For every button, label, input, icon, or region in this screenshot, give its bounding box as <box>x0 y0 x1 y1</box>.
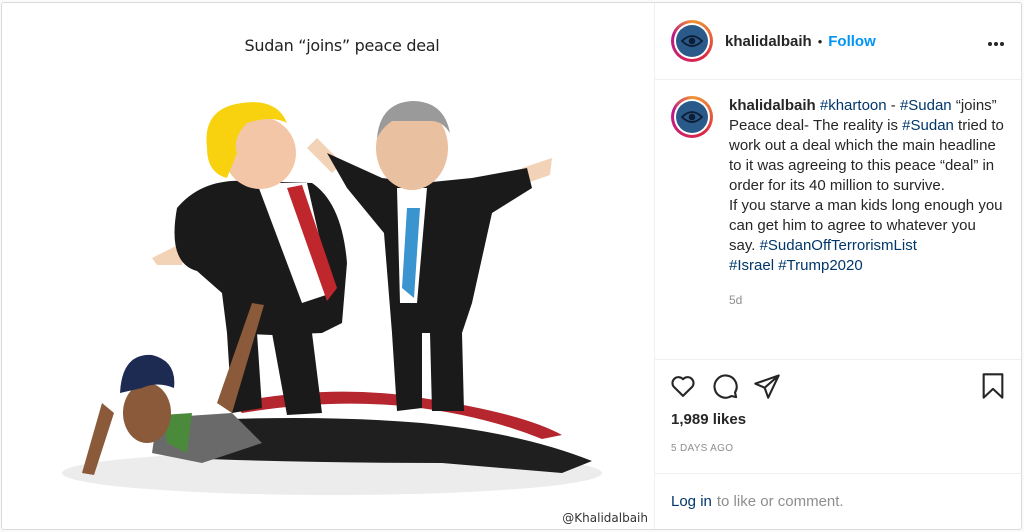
hashtag-link[interactable]: #SudanOffTerrorismList <box>760 237 917 254</box>
eye-icon <box>681 111 703 123</box>
login-link[interactable]: Log in <box>671 493 712 510</box>
hashtag-link[interactable]: #Trump2020 <box>778 257 863 274</box>
cartoon-illustration <box>62 101 602 495</box>
heart-icon[interactable] <box>669 372 697 400</box>
post-image[interactable]: Sudan “joins” peace deal @Khalidalbaih <box>2 3 655 529</box>
separator-dot: • <box>817 33 823 49</box>
eye-icon <box>681 35 703 47</box>
comment-icon[interactable] <box>711 372 739 400</box>
caption-area: khalidalbaih #khartoon - #Sudan “joins” … <box>655 80 1021 359</box>
post-sidebar: khalidalbaih • Follow khalidalbaih #khar… <box>655 3 1021 529</box>
caption-time[interactable]: 5d <box>729 290 1005 310</box>
instagram-post: Sudan “joins” peace deal @Khalidalbaih k… <box>1 2 1022 530</box>
hashtag-link[interactable]: #Sudan <box>902 117 954 134</box>
action-bar <box>655 359 1021 411</box>
bookmark-icon[interactable] <box>979 372 1007 400</box>
caption-text-segment: - <box>886 97 900 114</box>
more-options-icon[interactable] <box>987 31 1005 52</box>
follow-button[interactable]: Follow <box>828 33 876 50</box>
caption-text: khalidalbaih #khartoon - #Sudan “joins” … <box>729 96 1005 359</box>
post-header: khalidalbaih • Follow <box>655 3 1021 80</box>
likes-count[interactable]: 1,989 likes <box>655 411 1021 433</box>
caption-username[interactable]: khalidalbaih <box>729 97 816 114</box>
post-date[interactable]: 5 DAYS AGO <box>655 443 1021 473</box>
hashtag-link[interactable]: #Sudan <box>900 97 952 114</box>
share-icon[interactable] <box>753 372 781 400</box>
caption-avatar[interactable] <box>671 96 713 138</box>
login-prompt: Log in to like or comment. <box>655 473 1021 529</box>
hashtag-link[interactable]: #khartoon <box>820 97 887 114</box>
hashtag-link[interactable]: #Israel <box>729 257 774 274</box>
login-prompt-text: to like or comment. <box>716 493 844 510</box>
header-username[interactable]: khalidalbaih <box>725 33 812 50</box>
figure-lying <box>82 303 592 475</box>
artist-signature: @Khalidalbaih <box>562 511 648 525</box>
